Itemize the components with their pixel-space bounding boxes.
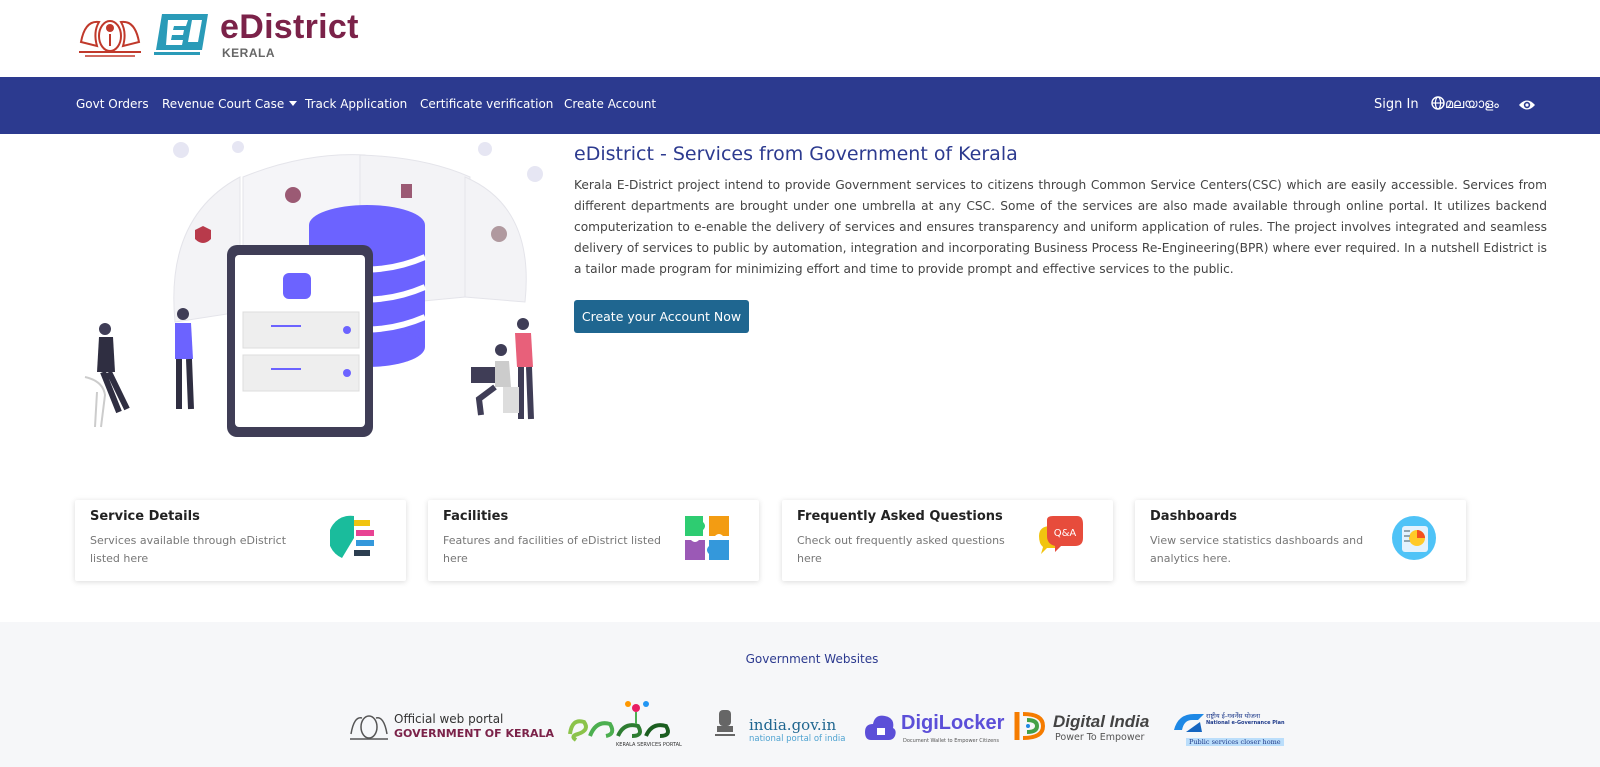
card-description: View service statistics dashboards and a… — [1150, 534, 1364, 565]
cloud-lock-icon — [865, 715, 896, 740]
kerala-emblem-logo — [79, 20, 141, 57]
kerala-emblem-icon — [350, 715, 388, 740]
main-navbar: Govt Orders Revenue Court Case Track App… — [0, 77, 1600, 134]
negp-logo-icon — [1174, 714, 1204, 732]
hero-title: eDistrict - Services from Government of … — [574, 143, 1018, 165]
card-title: Facilities — [443, 509, 509, 524]
dashboards-card[interactable]: Dashboards View service statistics dashb… — [1135, 500, 1466, 581]
eye-icon[interactable] — [1518, 98, 1536, 112]
create-account-now-button[interactable]: Create your Account Now — [574, 300, 749, 333]
ashoka-emblem-icon — [715, 710, 735, 736]
nav-revenue-court-case-label: Revenue Court Case — [162, 97, 285, 111]
sign-in-link[interactable]: Sign In — [1374, 97, 1419, 112]
footer: Government Websites Official web portal … — [0, 622, 1600, 767]
brand-title: eDistrict — [220, 8, 359, 46]
faq-card[interactable]: Frequently Asked Questions Check out fre… — [782, 500, 1113, 581]
digilocker-link[interactable]: DigiLocker Document Wallet to Empower Ci… — [865, 700, 1004, 750]
nav-revenue-court-case[interactable]: Revenue Court Case — [162, 97, 298, 111]
esevanam-link[interactable]: KERALA SERVICES PORTAL — [566, 700, 686, 750]
nav-certificate-verification[interactable]: Certificate verification — [420, 97, 553, 111]
language-toggle[interactable]: മലയാളം — [1431, 96, 1499, 112]
partner-line3: Public services closer home — [1186, 738, 1284, 746]
partner-line2: Power To Empower — [1055, 732, 1145, 743]
partner-line2: national portal of india — [749, 734, 846, 744]
service-details-card[interactable]: Service Details Services available throu… — [75, 500, 406, 581]
hero-description: Kerala E-District project intend to prov… — [574, 178, 1547, 276]
kerala-gov-portal-link[interactable]: Official web portal GOVERNMENT OF KERALA — [348, 700, 554, 750]
partner-line1: Official web portal — [394, 712, 504, 726]
footer-title: Government Websites — [745, 652, 879, 666]
brand-subtitle: KERALA — [222, 46, 275, 60]
card-description: Check out frequently asked questions her… — [797, 534, 1005, 565]
chevron-down-icon — [289, 101, 298, 106]
partner-line1: KERALA SERVICES PORTAL — [616, 742, 682, 748]
nav-track-application[interactable]: Track Application — [305, 97, 407, 111]
partner-line1: राष्ट्रीय ई-गवर्नेंस योजना — [1206, 712, 1261, 720]
card-title: Service Details — [90, 509, 200, 524]
qa-chat-icon: Q&A — [1039, 516, 1083, 554]
edistrict-logo-icon — [154, 14, 208, 55]
partner-line1: Digital India — [1053, 712, 1150, 731]
card-description: Services available through eDistrict lis… — [90, 534, 287, 565]
partner-line1: DigiLocker — [901, 712, 1005, 734]
card-description: Features and facilities of eDistrict lis… — [443, 534, 661, 565]
puzzle-icon — [685, 516, 729, 560]
partner-line2: GOVERNMENT OF KERALA — [394, 727, 555, 740]
digital-india-logo-icon — [1014, 712, 1046, 740]
nav-create-account[interactable]: Create Account — [564, 97, 656, 111]
partner-line2: Document Wallet to Empower Citizens — [903, 738, 999, 744]
globe-icon — [1431, 96, 1445, 110]
esevanam-logo-icon — [568, 701, 670, 742]
negp-link[interactable]: राष्ट्रीय ई-गवर्नेंस योजना National e-Go… — [1172, 700, 1285, 750]
digital-india-link[interactable]: Digital India Power To Empower — [1011, 700, 1156, 750]
card-title: Dashboards — [1150, 509, 1238, 524]
site-header: eDistrict KERALA — [0, 0, 1600, 77]
dashboard-icon — [1392, 516, 1436, 560]
partner-line2: National e-Governance Plan — [1206, 720, 1285, 726]
hero-illustration — [84, 141, 543, 437]
card-title: Frequently Asked Questions — [797, 509, 1003, 524]
partner-line1: india.gov.in — [749, 716, 837, 734]
facilities-card[interactable]: Facilities Features and facilities of eD… — [428, 500, 759, 581]
india-gov-link[interactable]: india.gov.in national portal of india — [713, 700, 846, 750]
nav-govt-orders[interactable]: Govt Orders — [76, 97, 149, 111]
svg-text:Q&A: Q&A — [1054, 528, 1077, 539]
language-label: മലയാളം — [1445, 97, 1499, 112]
service-details-icon — [330, 515, 374, 558]
